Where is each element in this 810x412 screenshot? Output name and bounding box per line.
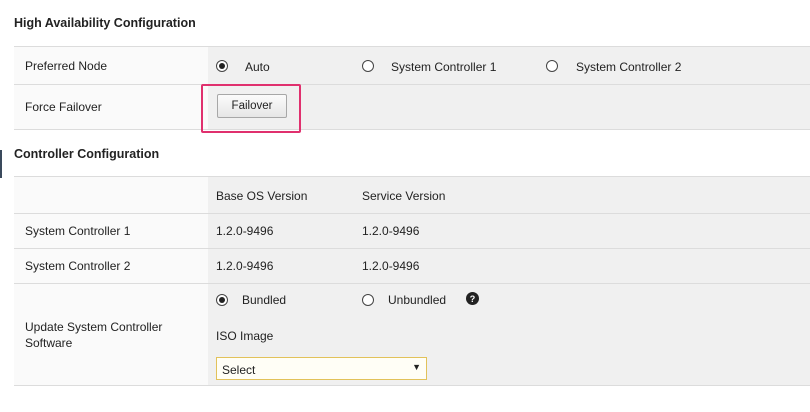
header-service-version: Service Version <box>362 189 446 203</box>
unbundled-label[interactable]: Unbundled <box>388 293 446 307</box>
preferred-node-sc1-label[interactable]: System Controller 1 <box>391 60 496 74</box>
row-sc2-service: 1.2.0-9496 <box>362 259 420 273</box>
help-icon[interactable]: ? <box>466 292 479 305</box>
bundled-label[interactable]: Bundled <box>242 293 286 307</box>
update-software-label-line1: Update System Controller <box>25 320 163 334</box>
iso-image-label: ISO Image <box>216 329 274 343</box>
row-sc2-name: System Controller 2 <box>25 259 131 273</box>
controller-label-column <box>14 177 208 385</box>
left-edge-marker <box>0 150 2 178</box>
ha-section-title: High Availability Configuration <box>14 16 196 30</box>
highlight-box <box>201 84 301 133</box>
iso-image-select-value: Select <box>222 363 256 377</box>
divider <box>14 84 810 85</box>
force-failover-label: Force Failover <box>25 100 102 114</box>
iso-image-select[interactable]: Select ▼ <box>216 357 427 380</box>
divider <box>14 283 810 284</box>
controller-value-column <box>208 177 810 385</box>
row-sc1-service: 1.2.0-9496 <box>362 224 420 238</box>
preferred-node-sc2-label[interactable]: System Controller 2 <box>576 60 681 74</box>
update-software-label-line2: Software <box>25 336 73 350</box>
unbundled-radio[interactable] <box>362 294 374 306</box>
chevron-down-icon: ▼ <box>412 362 421 372</box>
divider <box>14 129 810 130</box>
controller-section-title: Controller Configuration <box>14 147 160 161</box>
preferred-node-auto-label[interactable]: Auto <box>245 60 270 74</box>
bundled-radio[interactable] <box>216 294 228 306</box>
row-sc1-base-os: 1.2.0-9496 <box>216 224 274 238</box>
divider <box>14 213 810 214</box>
divider <box>14 248 810 249</box>
header-base-os: Base OS Version <box>216 189 308 203</box>
row-sc2-base-os: 1.2.0-9496 <box>216 259 274 273</box>
preferred-node-sc2-radio[interactable] <box>546 60 558 72</box>
divider <box>14 385 810 386</box>
row-sc1-name: System Controller 1 <box>25 224 131 238</box>
preferred-node-label: Preferred Node <box>25 59 108 73</box>
preferred-node-auto-radio[interactable] <box>216 60 228 72</box>
update-software-label: Update System Controller Software <box>25 319 162 351</box>
preferred-node-sc1-radio[interactable] <box>362 60 374 72</box>
